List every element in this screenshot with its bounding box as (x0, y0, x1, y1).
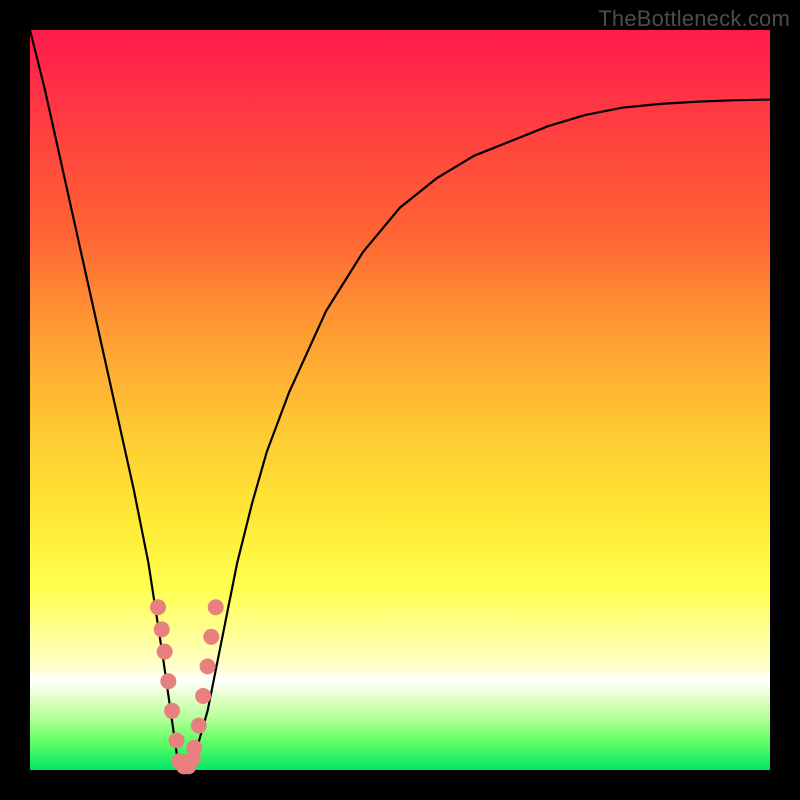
bead (200, 658, 216, 674)
bead (157, 644, 173, 660)
bead (154, 621, 170, 637)
bead (203, 629, 219, 645)
bead (164, 703, 180, 719)
chart-frame: TheBottleneck.com (0, 0, 800, 800)
bead (160, 673, 176, 689)
bead (185, 751, 201, 767)
bottleneck-curve (30, 30, 770, 770)
curve-svg (30, 30, 770, 770)
watermark-text: TheBottleneck.com (598, 6, 790, 32)
bead (169, 732, 185, 748)
bead (208, 599, 224, 615)
bead (195, 688, 211, 704)
bead (191, 718, 207, 734)
bead (150, 599, 166, 615)
plot-area (30, 30, 770, 770)
